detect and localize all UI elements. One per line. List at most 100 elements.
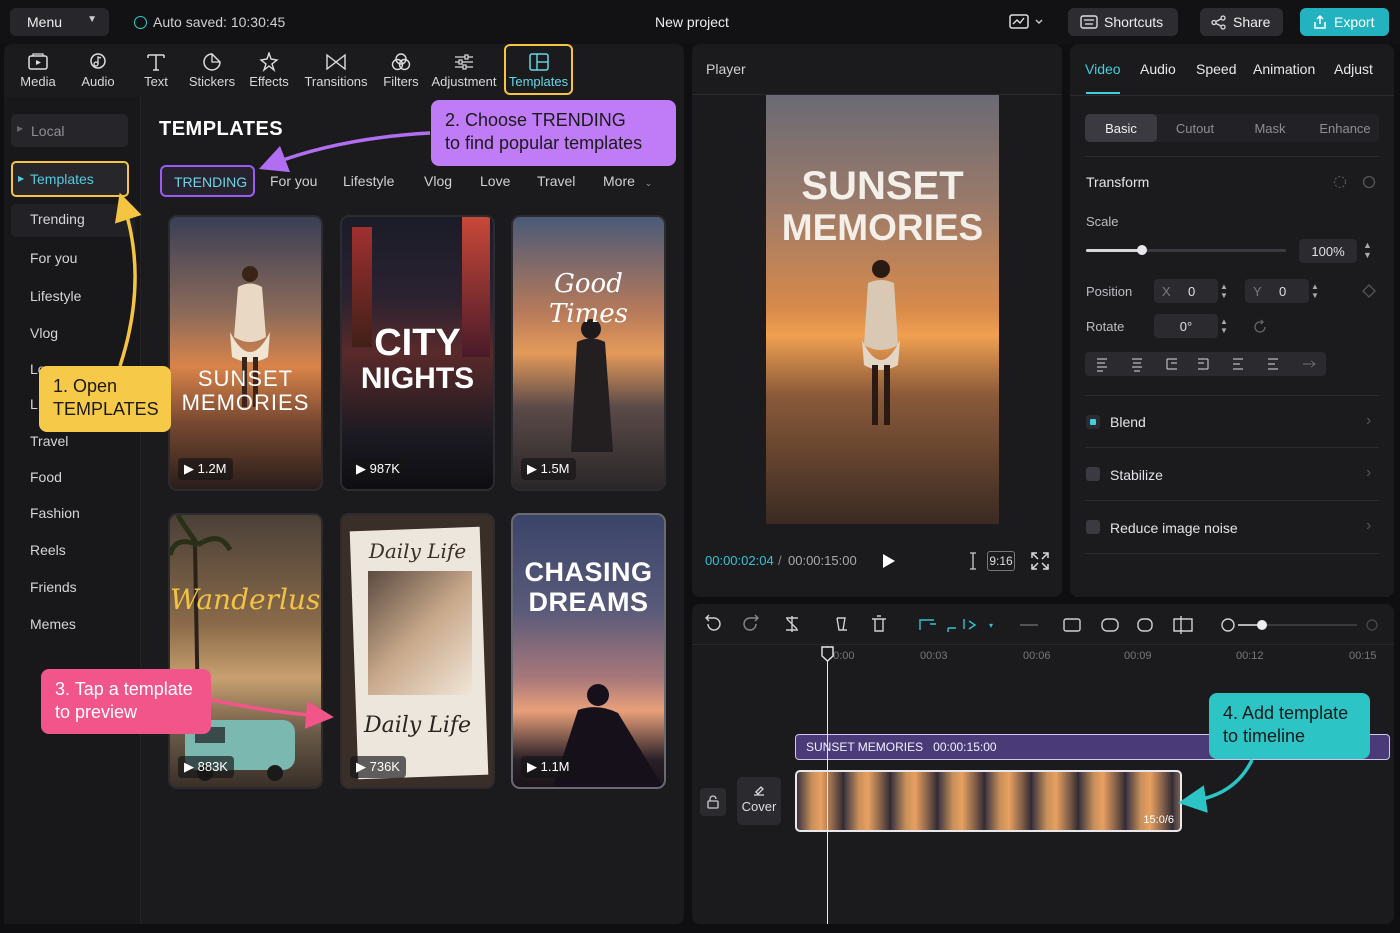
- view-count: ▶ 1.1M: [521, 756, 576, 778]
- edit-cover-icon: [754, 786, 764, 796]
- export-button[interactable]: Export: [1300, 8, 1389, 36]
- scale-input[interactable]: 100%: [1299, 239, 1357, 263]
- sidebar-item-memes[interactable]: Memes: [30, 616, 76, 632]
- rotate-stepper[interactable]: ▲ ▼: [1220, 317, 1228, 335]
- sidebar-item-for-you[interactable]: For you: [30, 250, 77, 266]
- magnet-icon[interactable]: [1137, 618, 1153, 632]
- shortcuts-button[interactable]: Shortcuts: [1068, 8, 1178, 36]
- undo-icon[interactable]: [705, 614, 721, 631]
- tool-adjustment[interactable]: Adjustment: [431, 48, 497, 94]
- tab-video[interactable]: Video: [1085, 61, 1121, 77]
- sidebar-item-templates[interactable]: ▶ Templates: [11, 161, 129, 197]
- zoom-out-icon[interactable]: [1221, 618, 1235, 632]
- split-icon[interactable]: [786, 616, 798, 632]
- position-x-input[interactable]: X 0 ▲ ▼: [1154, 279, 1228, 303]
- tab-vlog[interactable]: Vlog: [424, 173, 452, 189]
- tool-effects[interactable]: Effects: [239, 48, 299, 94]
- menu-button[interactable]: Menu ▼: [10, 8, 109, 36]
- chevron-right-icon[interactable]: ›: [1366, 412, 1371, 430]
- rotate-reset-icon[interactable]: [1252, 319, 1268, 335]
- playhead-handle[interactable]: [821, 646, 834, 662]
- fullscreen-icon[interactable]: [1031, 552, 1049, 570]
- template-card[interactable]: CHASING DREAMS ▶ 1.1M: [511, 513, 666, 789]
- subtab-cutout[interactable]: Cutout: [1160, 114, 1230, 142]
- subtab-mask[interactable]: Mask: [1235, 114, 1305, 142]
- tab-for-you[interactable]: For you: [270, 173, 317, 189]
- tab-travel[interactable]: Travel: [537, 173, 575, 189]
- tab-more[interactable]: More ⌄: [603, 173, 652, 189]
- scale-slider[interactable]: [1086, 245, 1286, 255]
- play-button[interactable]: [881, 552, 897, 570]
- tab-love[interactable]: Love: [480, 173, 510, 189]
- tab-audio[interactable]: Audio: [1140, 61, 1176, 77]
- keyframe-icon[interactable]: [1332, 174, 1380, 190]
- x-stepper[interactable]: ▲ ▼: [1220, 282, 1228, 300]
- share-button[interactable]: Share: [1200, 8, 1283, 36]
- position-y-input[interactable]: Y 0 ▲ ▼: [1245, 279, 1319, 303]
- sidebar-item-trending[interactable]: Trending: [30, 211, 85, 227]
- rotate-input[interactable]: 0° ▲ ▼: [1154, 314, 1228, 338]
- sidebar-item-fashion[interactable]: Fashion: [30, 505, 80, 521]
- card-title-line1: CHASING: [524, 557, 653, 587]
- sidebar-item-reels[interactable]: Reels: [30, 542, 66, 558]
- tool-text[interactable]: Text: [126, 48, 186, 94]
- crop-icon[interactable]: [968, 552, 978, 570]
- template-clip-title: SUNSET MEMORIES: [806, 740, 924, 754]
- tab-lifestyle[interactable]: Lifestyle: [343, 173, 394, 189]
- sidebar-item-friends[interactable]: Friends: [30, 579, 77, 595]
- cover-button[interactable]: Cover: [737, 777, 781, 825]
- tool-stickers[interactable]: Stickers: [182, 48, 242, 94]
- time-separator: /: [778, 553, 782, 568]
- zoom-in-icon[interactable]: [1366, 619, 1378, 631]
- template-card[interactable]: Good Times ▶ 1.5M: [511, 215, 666, 491]
- caption-icon[interactable]: [1063, 618, 1081, 632]
- tab-speed[interactable]: Speed: [1196, 61, 1236, 77]
- monitor-icon[interactable]: [1008, 10, 1048, 34]
- sidebar-item-travel[interactable]: Travel: [30, 433, 68, 449]
- tab-animation[interactable]: Animation: [1253, 61, 1315, 77]
- delete-icon[interactable]: [872, 615, 886, 632]
- template-card[interactable]: Wanderlust ▶ 883K: [168, 513, 323, 789]
- keyframe-diamond-icon[interactable]: [1362, 284, 1376, 298]
- lock-track-button[interactable]: [700, 788, 726, 816]
- subtab-enhance[interactable]: Enhance: [1310, 114, 1380, 142]
- chevron-right-icon[interactable]: ›: [1366, 517, 1371, 535]
- tool-audio[interactable]: Audio: [68, 48, 128, 94]
- template-card[interactable]: CITY NIGHTS ▶ 987K: [340, 215, 495, 491]
- sidebar-item-local[interactable]: ▶ Local: [11, 114, 128, 147]
- tool-transitions[interactable]: Transitions: [304, 48, 368, 94]
- sidebar-item-l[interactable]: L: [30, 396, 38, 412]
- zoom-slider-handle[interactable]: [1257, 620, 1267, 630]
- trim-icon[interactable]: [836, 617, 847, 631]
- tab-trending[interactable]: TRENDING: [160, 165, 255, 197]
- align-icons[interactable]: [1085, 352, 1326, 376]
- subtab-basic[interactable]: Basic: [1085, 114, 1157, 142]
- tool-templates[interactable]: Templates: [504, 44, 573, 95]
- divider: [1085, 447, 1379, 448]
- blend-checkbox[interactable]: [1086, 415, 1100, 429]
- template-card[interactable]: Daily Life Daily Life ▶ 736K: [340, 513, 495, 789]
- tool-media[interactable]: Media: [8, 48, 68, 94]
- preview-axis-icon[interactable]: [1101, 618, 1119, 632]
- video-preview[interactable]: SUNSET MEMORIES: [766, 95, 999, 524]
- track-icon[interactable]: [1173, 616, 1193, 634]
- template-card[interactable]: SUNSET MEMORIES ▶ 1.2M: [168, 215, 323, 491]
- view-count-text: 883K: [197, 759, 228, 774]
- reduce-noise-checkbox[interactable]: [1086, 520, 1100, 534]
- tool-filters[interactable]: Filters: [371, 48, 431, 94]
- playhead[interactable]: [827, 646, 828, 924]
- redo-icon[interactable]: [743, 614, 759, 631]
- scale-stepper[interactable]: ▲ ▼: [1363, 240, 1372, 260]
- video-clip[interactable]: 15:0/6: [795, 770, 1182, 832]
- tab-adjust[interactable]: Adjust: [1334, 61, 1373, 77]
- aspect-ratio-button[interactable]: 9:16: [987, 551, 1015, 571]
- stabilize-checkbox[interactable]: [1086, 467, 1100, 481]
- sidebar-item-food[interactable]: Food: [30, 469, 62, 485]
- scale-slider-handle[interactable]: [1137, 245, 1147, 255]
- sidebar-item-vlog[interactable]: Vlog: [30, 325, 58, 341]
- sidebar-item-lifestyle[interactable]: Lifestyle: [30, 288, 81, 304]
- snap-icon[interactable]: [963, 619, 977, 630]
- y-stepper[interactable]: ▲ ▼: [1311, 282, 1319, 300]
- chevron-right-icon[interactable]: ›: [1366, 464, 1371, 482]
- record-icon[interactable]: [919, 619, 956, 632]
